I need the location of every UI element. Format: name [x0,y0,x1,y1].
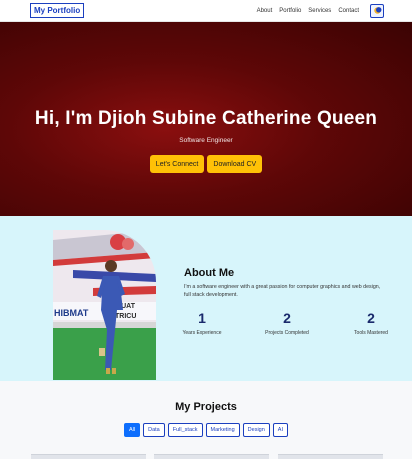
brand-logo[interactable]: My Portfolio [30,3,85,18]
nav-link-portfolio[interactable]: Portfolio [279,8,301,14]
nav-link-contact[interactable]: Contact [338,8,359,14]
hero-section: Hi, I'm Djioh Subine Catherine Queen Sof… [0,22,412,216]
filter-data-button[interactable]: Data [143,423,165,437]
stat-label: Tools Mastered [354,330,388,336]
projects-section: My Projects All Data Full_stack Marketin… [0,381,412,459]
nav-links: About Portfolio Services Contact [257,3,384,18]
about-description: I'm a software engineer with a great pas… [184,284,381,298]
stat-label: Projects Completed [265,330,309,336]
navbar: My Portfolio About Portfolio Services Co… [0,0,412,22]
theme-toggle-icon [373,7,381,14]
lets-connect-button[interactable]: Let's Connect [149,155,205,173]
stat-projects: 2 Projects Completed [257,310,317,336]
download-cv-button[interactable]: Download CV [207,155,263,173]
nav-link-services[interactable]: Services [308,8,331,14]
stat-value: 2 [367,310,375,326]
filter-design-button[interactable]: Design [242,423,270,437]
about-title: About Me [184,267,235,279]
hero-subtitle: Software Engineer [179,137,233,144]
stat-tools: 2 Tools Mastered [341,310,401,336]
photo-banner-text-3: TRICU [115,313,136,320]
filter-all-button[interactable]: All [124,423,141,437]
profile-photo: HIBMAT ADUAT TRICU [53,230,156,380]
filter-marketing-button[interactable]: Marketing [205,423,240,437]
filter-ai-button[interactable]: AI [272,423,288,437]
stat-years: 1 Years Experience [172,310,232,336]
projects-title: My Projects [175,401,237,413]
project-card[interactable] [31,454,146,459]
hero-buttons: Let's Connect Download CV [0,155,412,173]
project-card[interactable] [278,454,383,459]
stat-value: 1 [198,310,206,326]
theme-toggle-button[interactable] [370,3,384,18]
hero-title: Hi, I'm Djioh Subine Catherine Queen [34,108,378,129]
project-filters: All Data Full_stack Marketing Design AI [0,423,412,437]
stat-label: Years Experience [182,330,222,336]
project-card[interactable] [154,454,269,459]
photo-banner-text-1: HIBMAT [54,308,89,318]
nav-link-about[interactable]: About [257,8,273,14]
stat-value: 2 [283,310,291,326]
filter-full-stack-button[interactable]: Full_stack [167,423,203,437]
